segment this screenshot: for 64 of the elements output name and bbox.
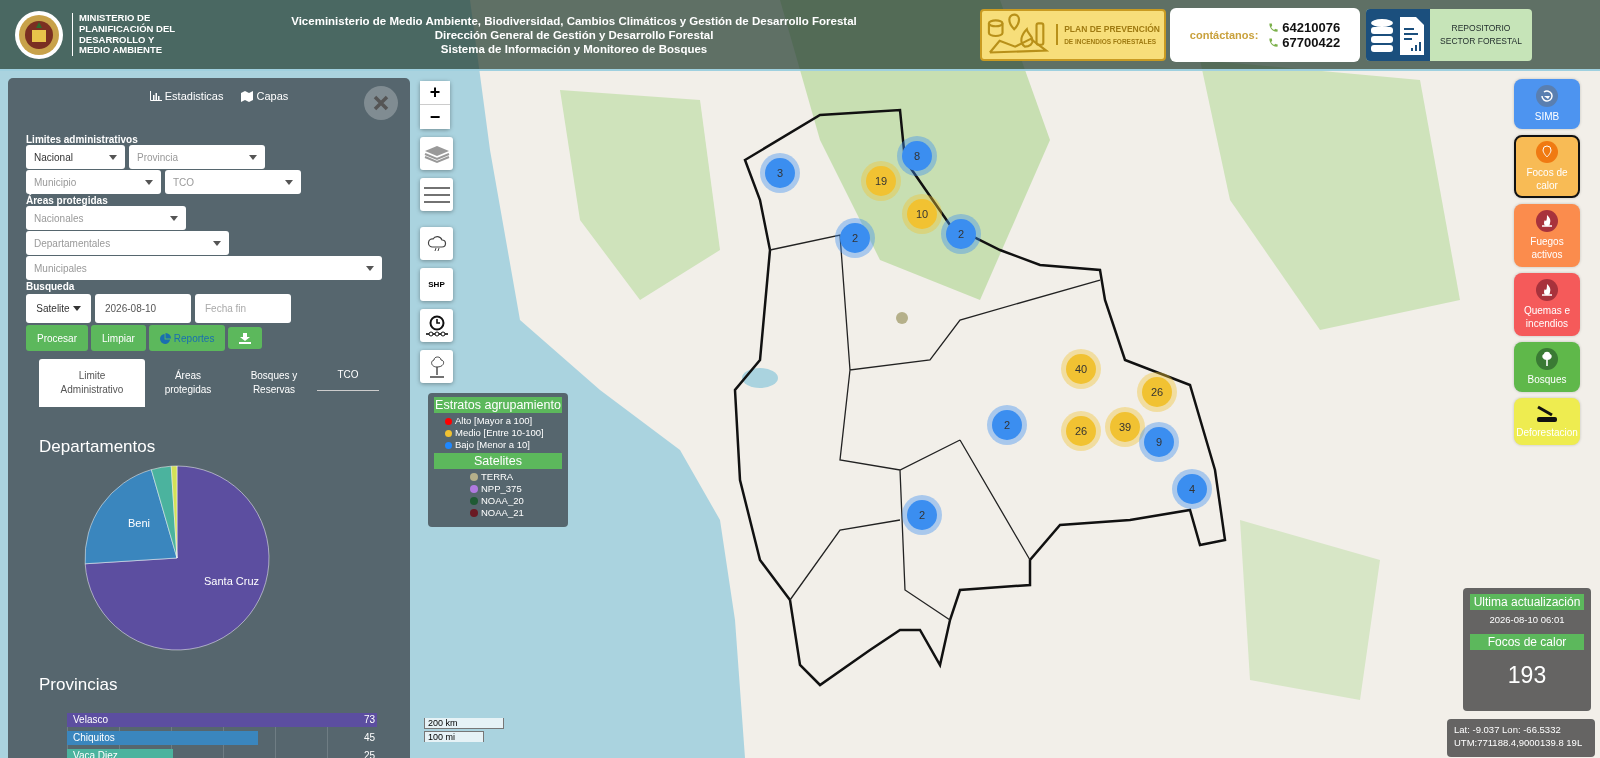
bar-label: Velasco [73,714,109,725]
phone-number[interactable]: 67700422 [1282,34,1341,50]
action-button[interactable]: Limpiar [91,325,146,351]
tab[interactable]: Bosques y Reservas [231,359,317,407]
legend-title: Estratos agrupamiento [434,397,562,413]
dropdown-field[interactable]: Municipio [26,170,161,194]
phone-number[interactable]: 64210076 [1282,19,1341,35]
legend-title: Satelites [434,453,562,469]
legend-label: TERRA [481,471,514,483]
chart-title: Provincias [39,675,119,695]
legend-label: NOAA_21 [481,507,524,519]
reports-button[interactable]: Reportes [148,325,226,351]
repository-title: REPOSITORIO SECTOR FORESTAL [1439,21,1523,48]
action-button[interactable]: Procesar [26,325,88,351]
shp-button[interactable]: SHP [420,268,453,301]
scale-bar: 200 km [424,718,504,729]
header-title: Sistema de Información y Monitoreo de Bosques [439,41,709,56]
bar-value: 45 [363,732,375,743]
layer-button[interactable]: Quemas e incendios [1514,273,1580,336]
legend-label: Bajo [Menor a 10] [455,439,530,451]
scale-bar: 100 mi [424,731,484,742]
update-time: 2026-08-10 06:01 [1488,614,1566,625]
legend-label: NPP_375 [481,483,522,495]
tab[interactable]: TCO [317,359,379,391]
layer-button[interactable]: Bosques [1514,342,1580,392]
dropdown-field[interactable]: Provincia [129,145,265,169]
legend-label: Alto [Mayor a 100] [455,415,533,427]
pie-label: Santa Cruz [204,575,260,587]
header-title: Dirección General de Gestión y Desarrollo Forestal [433,27,715,42]
pie-label: Beni [128,517,151,529]
tab[interactable]: Áreas protegidas [145,359,231,407]
panel-link[interactable]: Capas [239,88,291,104]
satellite-dropdown[interactable]: Satelite [26,294,91,323]
header-title: Viceministerio de Medio Ambiente, Biodiversidad, Cambios Climáticos y Gestión de Desarrollo Forestal [290,13,858,28]
contact-label: contáctanos: [1189,28,1259,41]
info-title: Ultima actualización [1470,594,1584,610]
zoom-out-button[interactable]: − [420,105,450,129]
section-title: Busqueda [26,281,76,292]
dropdown-field[interactable]: Nacional [26,145,125,169]
zoom-in-button[interactable]: + [420,81,450,105]
dropdown-field[interactable]: Departamentales [26,231,229,255]
hotspot-count: 193 [1506,662,1548,689]
bar-label: Chiquitos [73,732,115,743]
bar-value: 73 [363,714,375,725]
section-title: Limites administrativos [26,134,139,145]
legend-label: NOAA_20 [481,495,524,507]
tab[interactable]: Limite Administrativo [39,359,145,407]
end-date-field[interactable]: Fecha fin [195,294,291,323]
dropdown-field[interactable]: Municipales [26,256,382,280]
chart-title: Departamentos [39,437,157,457]
panel-link[interactable]: Estadisticas [147,88,226,104]
section-title: Áreas protegidas [26,195,109,206]
layer-button[interactable]: SIMB [1514,79,1580,129]
info-title: Focos de calor [1470,634,1584,650]
start-date-field[interactable]: 2026-08-10 [95,294,191,323]
coordinate-text: Lat: -9.037 Lon: -66.5332 [1454,723,1562,736]
plan-title: PLAN DE PREVENCIÓN [1064,24,1160,34]
ministry-name: MINISTERIO DE PLANIFICACIÓN DEL DESARROLLO Y MEDIO AMBIENTE [72,13,176,56]
dropdown-field[interactable]: Nacionales [26,206,186,230]
dropdown-field[interactable]: TCO [165,170,301,194]
repository-banner[interactable]: REPOSITORIO SECTOR FORESTAL [1366,8,1532,61]
coordinate-text: UTM:771188.4,9000139.8 19L [1454,736,1584,749]
legend-label: Medio [Entre 10-100] [455,427,544,439]
layer-button[interactable]: Fuegos activos [1514,204,1580,267]
